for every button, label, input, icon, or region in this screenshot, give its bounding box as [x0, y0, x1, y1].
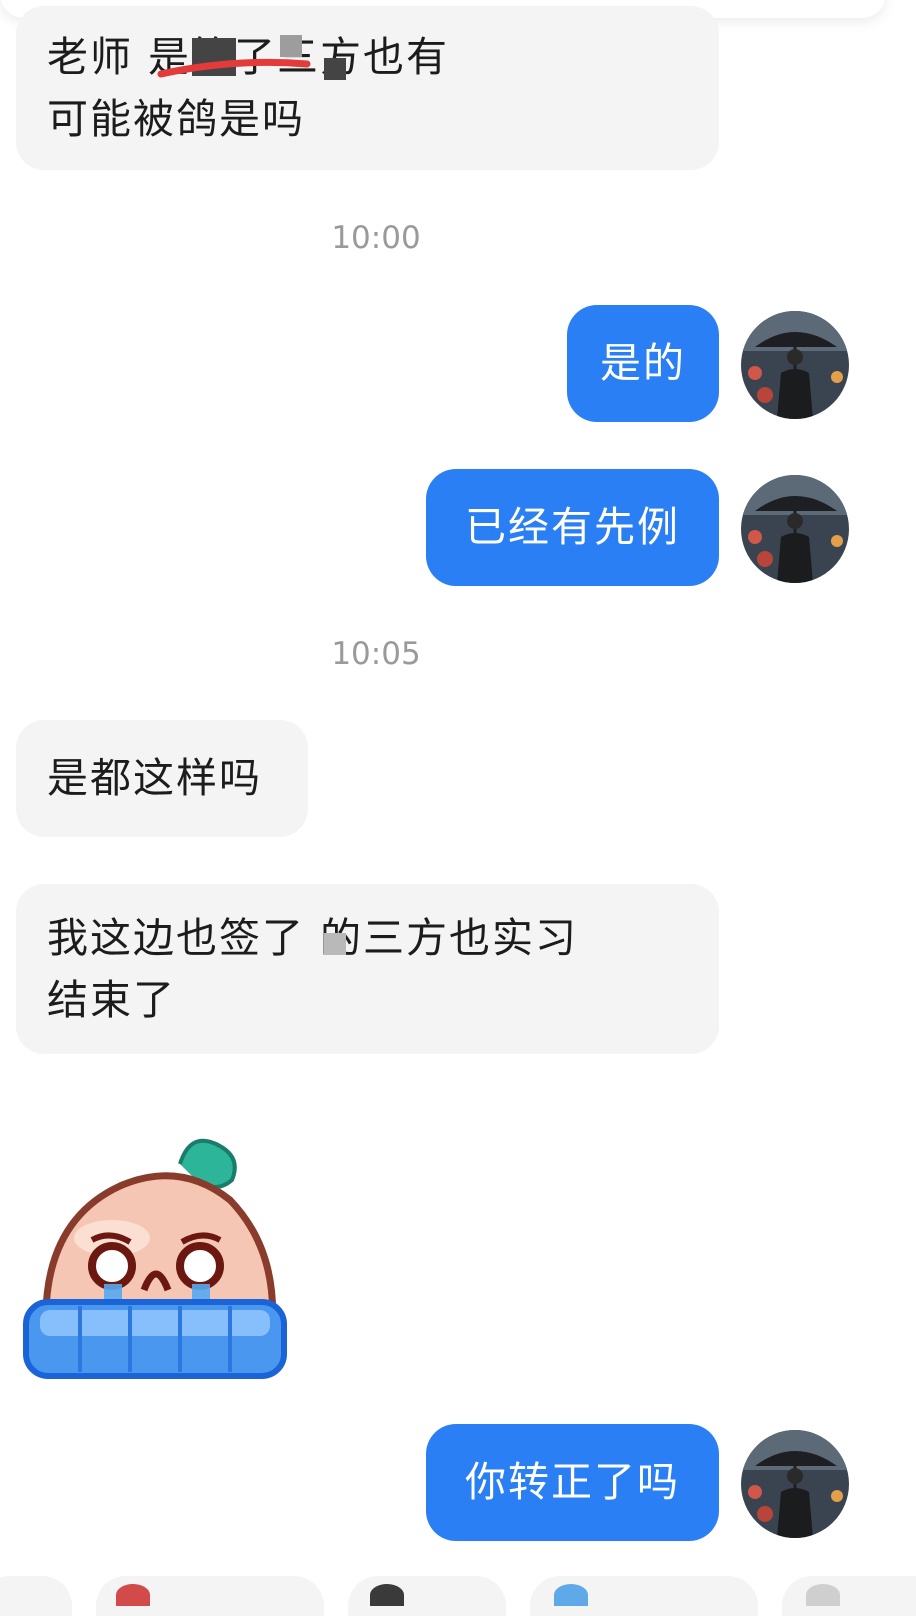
crying-peach-sticker-icon [23, 1138, 287, 1379]
chat-conversation: 老师 是签了三方也有 可能被鸽是吗 10:00 是的 已经有先例 10:05 是… [0, 0, 916, 1616]
timestamp: 10:00 [331, 220, 421, 256]
message-line: 结束了 [47, 976, 176, 1024]
message-received-2[interactable]: 是都这样吗 [16, 720, 308, 837]
avatar[interactable] [741, 475, 849, 583]
sticker-tray-item[interactable] [0, 1576, 72, 1616]
sticker-thumbnail-icon [554, 1584, 588, 1606]
red-strike-mark [157, 58, 311, 78]
timestamp: 10:05 [331, 636, 421, 672]
redaction-mark [324, 933, 346, 955]
man-with-umbrella-avatar-icon [741, 311, 849, 419]
avatar[interactable] [741, 311, 849, 419]
sticker-thumbnail-icon [116, 1584, 150, 1606]
sticker-tray-item[interactable] [782, 1576, 916, 1616]
sticker-tray [0, 1576, 916, 1616]
message-line: 可能被鸽是吗 [47, 95, 305, 143]
message-received-3[interactable]: 我这边也签了 的三方也实习 结束了 [16, 884, 719, 1054]
message-line: 我这边也签了 的三方也实习 [47, 914, 579, 962]
cat-sticker-thumbnail-icon [370, 1584, 404, 1606]
man-with-umbrella-avatar-icon [741, 475, 849, 583]
message-sent-1[interactable]: 是的 [567, 305, 719, 422]
message-sent-3[interactable]: 你转正了吗 [426, 1424, 719, 1541]
message-line: 老师 是签了三方也有 [47, 33, 450, 81]
sticker-tray-item[interactable] [530, 1576, 758, 1616]
sticker-thumbnail-icon [806, 1584, 840, 1606]
man-with-umbrella-avatar-icon [741, 1430, 849, 1538]
sticker-tray-item[interactable] [348, 1576, 506, 1616]
redaction-mark [324, 58, 346, 80]
sticker-tray-item[interactable] [96, 1576, 324, 1616]
avatar[interactable] [741, 1430, 849, 1538]
message-sent-2[interactable]: 已经有先例 [426, 469, 719, 586]
sticker[interactable] [20, 1130, 292, 1402]
message-received-1[interactable]: 老师 是签了三方也有 可能被鸽是吗 [16, 6, 719, 170]
